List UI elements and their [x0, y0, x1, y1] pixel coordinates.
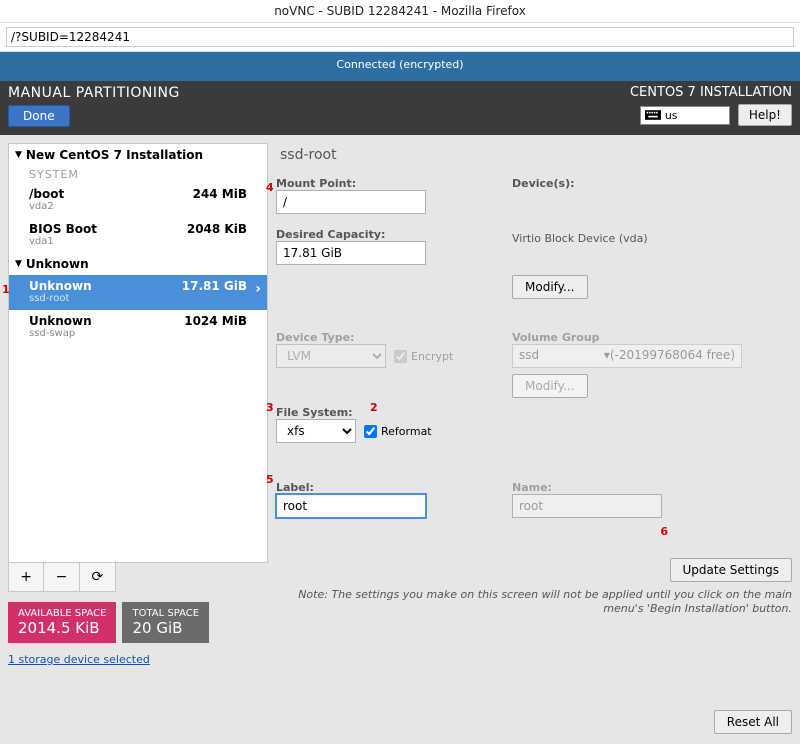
volume-group-label: Volume Group: [512, 331, 792, 344]
partition-tree: ▼ New CentOS 7 Installation SYSTEM /boot…: [8, 143, 268, 563]
marker-4: 4: [266, 181, 274, 194]
total-space-box: TOTAL SPACE 20 GiB: [122, 602, 209, 643]
name-input: [512, 494, 662, 518]
section-label: New CentOS 7 Installation: [26, 148, 203, 162]
mount-point-input[interactable]: [276, 190, 426, 214]
reformat-label: Reformat: [381, 425, 432, 438]
url-bar: [0, 22, 800, 52]
device-type-label: Device Type:: [276, 331, 476, 344]
device-type-select: LVM: [276, 344, 386, 368]
total-space-value: 20 GiB: [132, 619, 199, 637]
mount-dev: vda2: [29, 201, 64, 212]
keyboard-indicator[interactable]: us: [640, 106, 730, 125]
settings-note: Note: The settings you make on this scre…: [276, 588, 792, 617]
encrypt-label: Encrypt: [411, 350, 453, 363]
page-title: MANUAL PARTITIONING: [8, 85, 180, 101]
reformat-checkbox[interactable]: Reformat: [364, 425, 432, 438]
remove-mount-button[interactable]: −: [44, 563, 79, 591]
done-button[interactable]: Done: [8, 105, 70, 127]
marker-2: 2: [370, 401, 378, 414]
reset-all-button[interactable]: Reset All: [714, 710, 792, 734]
add-mount-button[interactable]: +: [9, 563, 44, 591]
mount-item-biosboot[interactable]: BIOS Bootvda1 2048 KiB: [9, 218, 267, 253]
devices-label: Device(s):: [512, 177, 792, 190]
label-input[interactable]: [276, 494, 426, 518]
tree-section-new-install[interactable]: ▼ New CentOS 7 Installation: [9, 144, 267, 166]
keyboard-layout-text: us: [665, 109, 678, 122]
detail-title: ssd-root: [280, 147, 792, 163]
mount-size: 17.81 GiB: [182, 279, 261, 304]
url-input[interactable]: [6, 27, 794, 47]
mount-point-label: Mount Point:: [276, 177, 476, 190]
name-label: Name:: [512, 481, 792, 494]
help-button[interactable]: Help!: [738, 104, 792, 126]
installer-header: MANUAL PARTITIONING Done CENTOS 7 INSTAL…: [0, 81, 800, 135]
modify-vg-button: Modify...: [512, 374, 588, 398]
mount-item-boot[interactable]: /bootvda2 244 MiB: [9, 183, 267, 218]
available-space-box: AVAILABLE SPACE 2014.5 KiB: [8, 602, 116, 643]
mount-size: 2048 KiB: [187, 222, 261, 247]
tree-section-unknown[interactable]: ▼ Unknown: [9, 253, 267, 275]
desired-capacity-label: Desired Capacity:: [276, 228, 476, 241]
section-label: Unknown: [26, 257, 89, 271]
mount-name: Unknown: [29, 314, 92, 328]
label-label: Label:: [276, 481, 476, 494]
vg-name: ssd: [519, 348, 539, 362]
marker-3: 3: [266, 401, 274, 414]
available-space-value: 2014.5 KiB: [18, 619, 106, 637]
device-value: Virtio Block Device (vda): [512, 232, 792, 245]
update-settings-button[interactable]: Update Settings: [670, 558, 793, 582]
vnc-status-bar: Connected (encrypted): [0, 52, 800, 81]
filesystem-select[interactable]: xfs: [276, 419, 356, 443]
total-space-label: TOTAL SPACE: [132, 608, 199, 619]
modify-device-button[interactable]: Modify...: [512, 275, 588, 299]
encrypt-checkbox-input: [394, 350, 407, 363]
available-space-label: AVAILABLE SPACE: [18, 608, 106, 619]
volume-group-select: ssd(-20199768064 free) ▾: [512, 344, 742, 368]
desired-capacity-input[interactable]: [276, 241, 426, 265]
chevron-down-icon: ▼: [15, 259, 22, 269]
reformat-checkbox-input[interactable]: [364, 425, 377, 438]
browser-window-title: noVNC - SUBID 12284241 - Mozilla Firefox: [0, 0, 800, 22]
mount-item-ssd-root[interactable]: Unknownssd-root 17.81 GiB: [9, 275, 267, 310]
mount-dev: ssd-root: [29, 293, 92, 304]
reload-button[interactable]: ⟳: [80, 563, 115, 591]
mount-dev: ssd-swap: [29, 328, 92, 339]
vg-free: (-20199768064 free): [610, 348, 735, 362]
marker-6: 6: [660, 525, 668, 538]
mount-dev: vda1: [29, 236, 97, 247]
mount-name: BIOS Boot: [29, 222, 97, 236]
mount-size: 244 MiB: [193, 187, 261, 212]
storage-devices-link[interactable]: 1 storage device selected: [8, 653, 268, 666]
mount-item-ssd-swap[interactable]: Unknownssd-swap 1024 MiB: [9, 310, 267, 345]
mount-name: Unknown: [29, 279, 92, 293]
keyboard-icon: [645, 110, 661, 120]
mount-name: /boot: [29, 187, 64, 201]
marker-1: 1: [2, 283, 10, 296]
tree-subheader-system: SYSTEM: [9, 166, 267, 183]
tree-toolbar: + − ⟳: [8, 563, 116, 592]
encrypt-checkbox: Encrypt: [394, 350, 453, 363]
marker-5: 5: [266, 473, 274, 486]
chevron-down-icon: ▼: [15, 150, 22, 160]
mount-size: 1024 MiB: [184, 314, 261, 339]
product-title: CENTOS 7 INSTALLATION: [630, 85, 792, 100]
